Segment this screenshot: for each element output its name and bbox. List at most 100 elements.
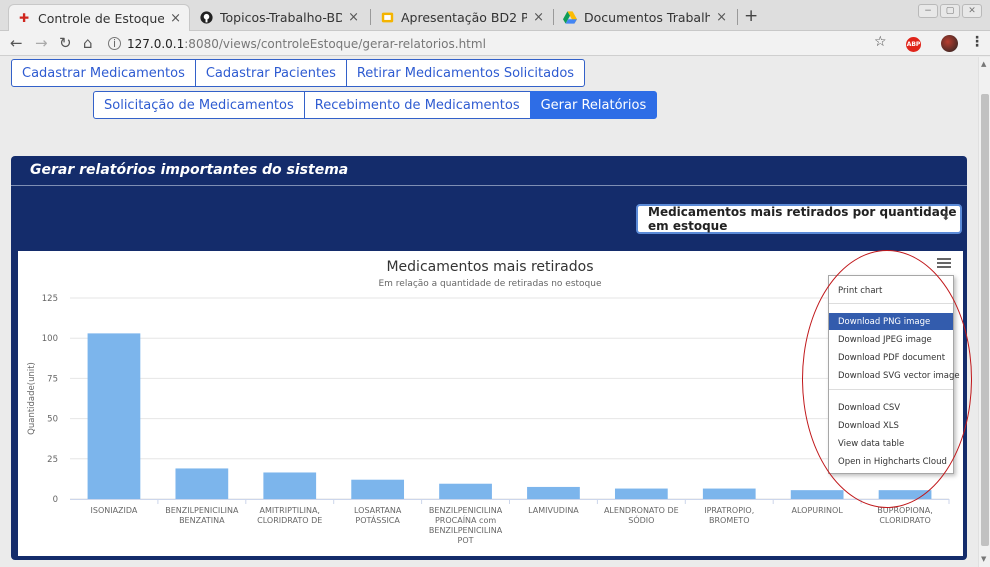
slides-icon bbox=[380, 11, 394, 25]
menu-item-download-png[interactable]: Download PNG image bbox=[829, 313, 953, 330]
bookmark-star-icon[interactable]: ☆ bbox=[874, 34, 887, 50]
menu-item-download-pdf[interactable]: Download PDF document bbox=[829, 349, 953, 366]
y-tick-label: 75 bbox=[47, 374, 58, 384]
report-type-select[interactable]: Medicamentos mais retirados por quantida… bbox=[636, 204, 962, 234]
menu-separator bbox=[829, 303, 953, 304]
reload-icon[interactable]: ↻ bbox=[59, 34, 72, 52]
nav-gerar-relatorios[interactable]: Gerar Relatórios bbox=[529, 91, 658, 119]
drive-icon bbox=[563, 11, 577, 25]
bar bbox=[439, 483, 492, 499]
tab-separator bbox=[370, 9, 371, 25]
panel-divider bbox=[11, 185, 967, 186]
page-content: Cadastrar Medicamentos Cadastrar Pacient… bbox=[0, 57, 978, 567]
x-tick-label: IPRATROPIO, BROMETO bbox=[704, 506, 754, 525]
bar-chart: Medicamentos mais retirados Em relação a … bbox=[27, 259, 950, 545]
bar bbox=[527, 486, 580, 499]
select-caret-icon: ⬍ bbox=[941, 212, 950, 223]
x-tick-label: BUPROPIONA, CLORIDRATO bbox=[877, 506, 933, 525]
bar bbox=[87, 333, 141, 499]
nav-row-1: Cadastrar Medicamentos Cadastrar Pacient… bbox=[11, 59, 586, 87]
browser-tab-strip: ✚ Controle de Estoque - Ger × Topicos-Tr… bbox=[0, 0, 990, 31]
adblock-icon[interactable]: ABP bbox=[906, 37, 921, 52]
browser-tab-controle-estoque[interactable]: ✚ Controle de Estoque - Ger × bbox=[8, 4, 190, 31]
site-info-icon[interactable]: i bbox=[108, 37, 121, 50]
bar bbox=[351, 479, 405, 499]
profile-avatar[interactable] bbox=[941, 35, 958, 52]
tab-title: Topicos-Trabalho-BD2/RE bbox=[220, 10, 343, 25]
home-icon[interactable]: ⌂ bbox=[83, 34, 93, 52]
new-tab-button[interactable]: + bbox=[744, 6, 758, 26]
bar bbox=[175, 468, 229, 499]
menu-item-download-jpeg[interactable]: Download JPEG image bbox=[829, 331, 953, 348]
menu-item-download-svg[interactable]: Download SVG vector image bbox=[829, 367, 960, 384]
panel-title: Gerar relatórios importantes do sistema bbox=[30, 162, 349, 178]
nav-cadastrar-pacientes[interactable]: Cadastrar Pacientes bbox=[194, 59, 347, 87]
tab-title: Documentos Trabalho PC bbox=[584, 10, 711, 25]
scrollbar-thumb[interactable] bbox=[981, 94, 989, 546]
tab-separator bbox=[737, 9, 738, 25]
y-tick-label: 0 bbox=[53, 495, 58, 505]
address-bar[interactable]: i 127.0.0.1 :8080/views/controleEstoque/… bbox=[108, 33, 898, 54]
scroll-up-icon[interactable]: ▲ bbox=[981, 60, 986, 68]
nav-solicitacao-medicamentos[interactable]: Solicitação de Medicamentos bbox=[93, 91, 305, 119]
chart-export-menu: Print chart Download PNG image Download … bbox=[828, 275, 960, 474]
bar bbox=[790, 490, 844, 499]
close-icon[interactable]: × bbox=[170, 11, 181, 26]
github-icon bbox=[199, 11, 213, 25]
close-icon[interactable]: × bbox=[533, 10, 544, 25]
browser-tab-slides[interactable]: Apresentação BD2 Part 3 × bbox=[372, 4, 552, 31]
y-tick-label: 100 bbox=[42, 334, 58, 344]
back-arrow-icon[interactable]: ← bbox=[10, 34, 23, 52]
menu-separator bbox=[829, 389, 953, 390]
window-close-button[interactable]: ✕ bbox=[962, 4, 982, 18]
nav-retirar-medicamentos[interactable]: Retirar Medicamentos Solicitados bbox=[345, 59, 586, 87]
chart-subtitle: Em relação a quantidade de retiradas no … bbox=[378, 279, 602, 289]
forward-arrow-icon[interactable]: → bbox=[35, 34, 48, 52]
menu-dots-icon[interactable]: ⋮ bbox=[970, 34, 984, 50]
x-tick-label: AMITRIPTILINA, CLORIDRATO DE bbox=[257, 506, 322, 525]
bar bbox=[702, 488, 756, 499]
nav-row-2: Solicitação de Medicamentos Recebimento … bbox=[93, 91, 658, 119]
bar bbox=[263, 472, 317, 499]
chart-menu-icon[interactable] bbox=[937, 258, 951, 270]
menu-item-open-highcharts-cloud[interactable]: Open in Highcharts Cloud bbox=[829, 453, 953, 470]
browser-tab-github[interactable]: Topicos-Trabalho-BD2/RE × bbox=[191, 4, 367, 31]
close-icon[interactable]: × bbox=[348, 10, 359, 25]
close-icon[interactable]: × bbox=[716, 10, 727, 25]
scroll-down-icon[interactable]: ▼ bbox=[981, 555, 986, 563]
x-tick-label: LAMIVUDINA bbox=[528, 506, 579, 515]
nav-cadastrar-medicamentos[interactable]: Cadastrar Medicamentos bbox=[11, 59, 196, 87]
y-axis-title: Quantidade(unit) bbox=[27, 362, 37, 435]
x-tick-label: ALOPURINOL bbox=[792, 506, 844, 515]
x-tick-label: BENZILPENICILINA BENZATINA bbox=[165, 506, 239, 525]
chart-container: Medicamentos mais retirados Em relação a … bbox=[18, 251, 963, 556]
minimize-button[interactable]: − bbox=[918, 4, 938, 18]
bar bbox=[878, 490, 932, 499]
nav-recebimento-medicamentos[interactable]: Recebimento de Medicamentos bbox=[303, 91, 531, 119]
chart-title: Medicamentos mais retirados bbox=[386, 259, 593, 275]
y-tick-label: 50 bbox=[47, 415, 58, 425]
menu-item-print-chart[interactable]: Print chart bbox=[829, 282, 953, 299]
y-tick-label: 25 bbox=[47, 455, 58, 465]
x-tick-label: ISONIAZIDA bbox=[91, 506, 138, 515]
window-controls: − ▢ ✕ bbox=[918, 4, 982, 18]
x-tick-label: BENZILPENICILINA PROCAÍNA com BENZILPENICI… bbox=[429, 506, 503, 545]
report-select-value: Medicamentos mais retirados por quantida… bbox=[648, 205, 957, 233]
url-path: :8080/views/controleEstoque/gerar-relato… bbox=[184, 36, 486, 51]
menu-item-view-data-table[interactable]: View data table bbox=[829, 435, 953, 452]
tab-title: Controle de Estoque - Ger bbox=[38, 10, 165, 26]
maximize-button[interactable]: ▢ bbox=[940, 4, 960, 18]
browser-toolbar: ← → ↻ ⌂ i 127.0.0.1 :8080/views/controle… bbox=[0, 31, 990, 56]
url-host: 127.0.0.1 bbox=[127, 36, 185, 51]
red-cross-icon: ✚ bbox=[18, 11, 30, 25]
report-panel: Gerar relatórios importantes do sistema … bbox=[11, 156, 967, 560]
bar bbox=[614, 488, 668, 499]
menu-item-download-xls[interactable]: Download XLS bbox=[829, 417, 953, 434]
tab-separator bbox=[553, 9, 554, 25]
x-tick-label: ALENDRONATO DE SÓDIO bbox=[604, 506, 679, 525]
page-scrollbar[interactable]: ▲ ▼ bbox=[978, 57, 990, 567]
menu-item-download-csv[interactable]: Download CSV bbox=[829, 399, 953, 416]
browser-tab-drive[interactable]: Documentos Trabalho PC × bbox=[555, 4, 735, 31]
tab-title: Apresentação BD2 Part 3 bbox=[401, 10, 528, 25]
x-tick-label: LOSARTANA POTÁSSICA bbox=[354, 506, 402, 525]
